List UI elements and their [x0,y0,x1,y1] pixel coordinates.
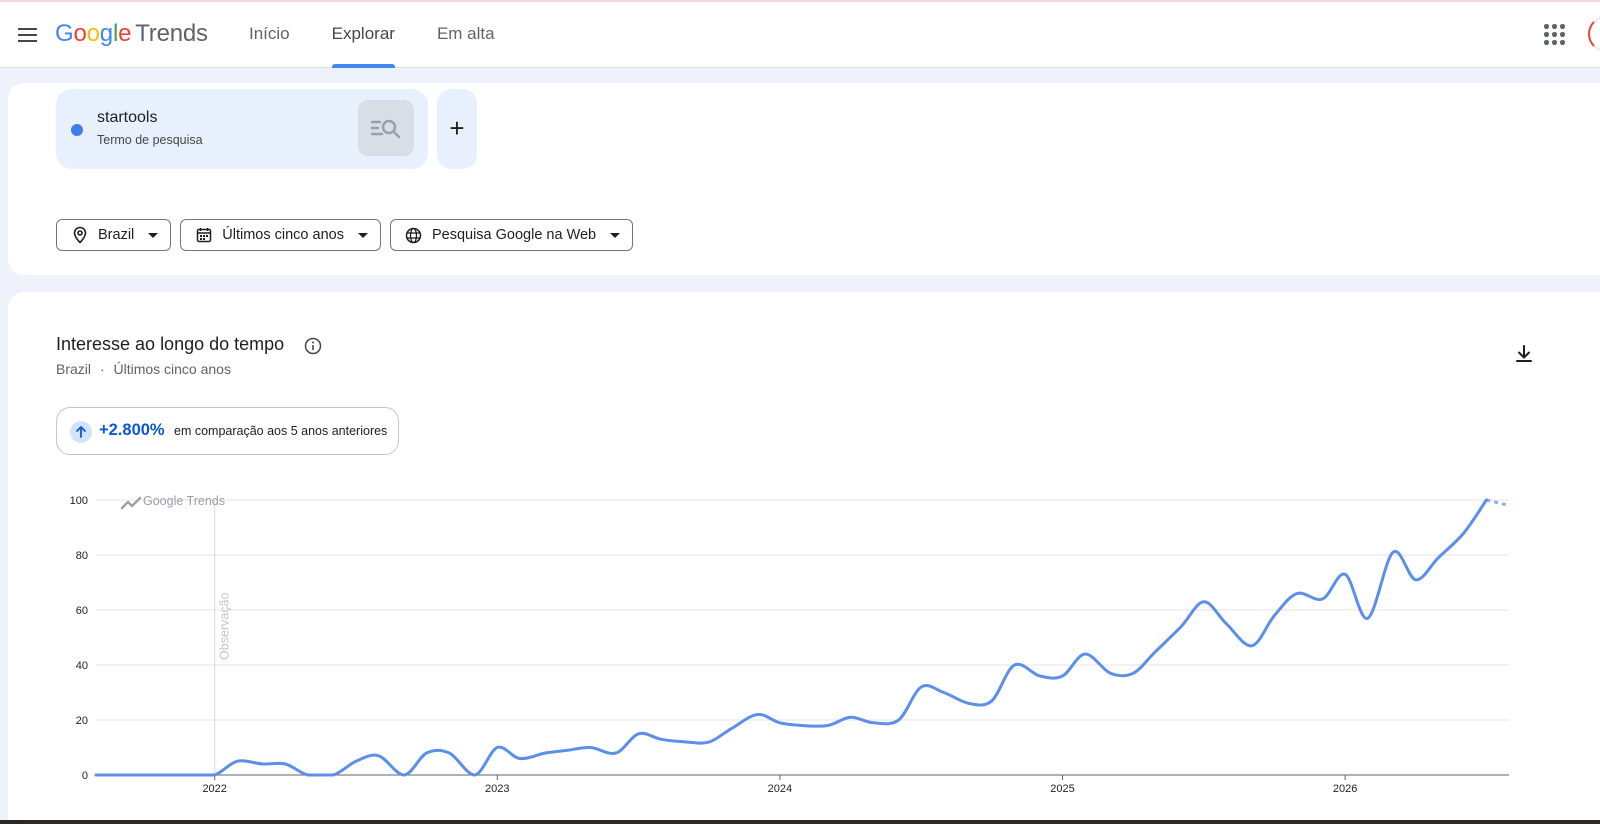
annotation-label: Observação [218,593,232,660]
tab-inicio[interactable]: Início [228,2,311,68]
logo-google: Google [55,20,132,47]
search-term-card[interactable]: startools Termo de pesquisa [56,89,428,169]
info-icon[interactable] [304,337,322,355]
subtitle-separator: · [99,361,105,377]
y-tick-label: 40 [76,660,88,672]
download-icon[interactable] [1512,342,1536,366]
subtitle-period: Últimos cinco anos [113,361,231,377]
x-tick-label: 2022 [202,783,226,795]
x-tick-label: 2026 [1333,783,1357,795]
calendar-icon [195,226,213,244]
search-term-type: Termo de pesquisa [97,133,203,147]
arrow-up-icon [70,421,92,443]
period-filter[interactable]: Últimos cinco anos [180,219,381,251]
partial-data-line [1486,498,1510,507]
y-tick-label: 100 [70,495,88,507]
interest-line-chart: 0 20 40 60 80 100 2022 2023 2024 2025 2026 Observaç… [70,494,1510,795]
filter-bar: Brazil Últimos cinco anos Pesquisa Googl… [56,219,642,251]
source-filter[interactable]: Pesquisa Google na Web [389,219,634,251]
search-list-icon[interactable] [358,100,414,156]
x-tick-label: 2023 [485,783,509,795]
location-pin-icon [71,226,89,244]
google-trends-logo[interactable]: Google Trends [55,20,208,48]
source-filter-label: Pesquisa Google na Web [431,227,597,243]
tab-em-alta[interactable]: Em alta [416,2,516,68]
main-nav: Início Explorar Em alta [228,2,516,68]
panel-title: Interesse ao longo do tempo [56,334,285,354]
change-percentage: +2.800% [99,421,165,439]
change-comparison-text: em comparação aos 5 anos anteriores [174,424,388,438]
term-color-dot [71,124,83,136]
search-panel: startools Termo de pesquisa + Brazil Últ… [8,83,1600,275]
add-comparison-button[interactable]: + [437,89,477,169]
y-tick-label: 80 [76,550,88,562]
globe-icon [405,226,423,244]
apps-grid-icon[interactable] [1544,24,1566,46]
x-tick-label: 2025 [1050,783,1074,795]
x-tick-label: 2024 [768,783,792,795]
logo-trends: Trends [135,20,208,47]
series-line-startools [94,498,1488,777]
chevron-down-icon [148,232,159,238]
location-filter-label: Brazil [98,227,135,243]
top-app-bar: Google Trends Início Explorar Em alta [0,2,1600,68]
location-filter[interactable]: Brazil [56,219,172,251]
account-avatar[interactable] [1588,16,1600,52]
tab-explorar[interactable]: Explorar [311,2,416,68]
menu-icon[interactable] [14,22,40,48]
search-term-name: startools [97,109,158,126]
chevron-down-icon [357,232,368,238]
google-trends-watermark: Google Trends [143,494,225,508]
chevron-down-icon [610,232,621,238]
change-summary: +2.800% em comparação aos 5 anos anterio… [56,407,399,455]
period-filter-label: Últimos cinco anos [222,227,344,243]
y-tick-label: 60 [76,605,88,617]
panel-subtitle: Brazil · Últimos cinco anos [56,361,231,377]
subtitle-location: Brazil [56,361,92,377]
y-tick-label: 0 [82,770,88,782]
desktop-background-strip [0,820,1600,824]
y-tick-label: 20 [76,715,88,727]
